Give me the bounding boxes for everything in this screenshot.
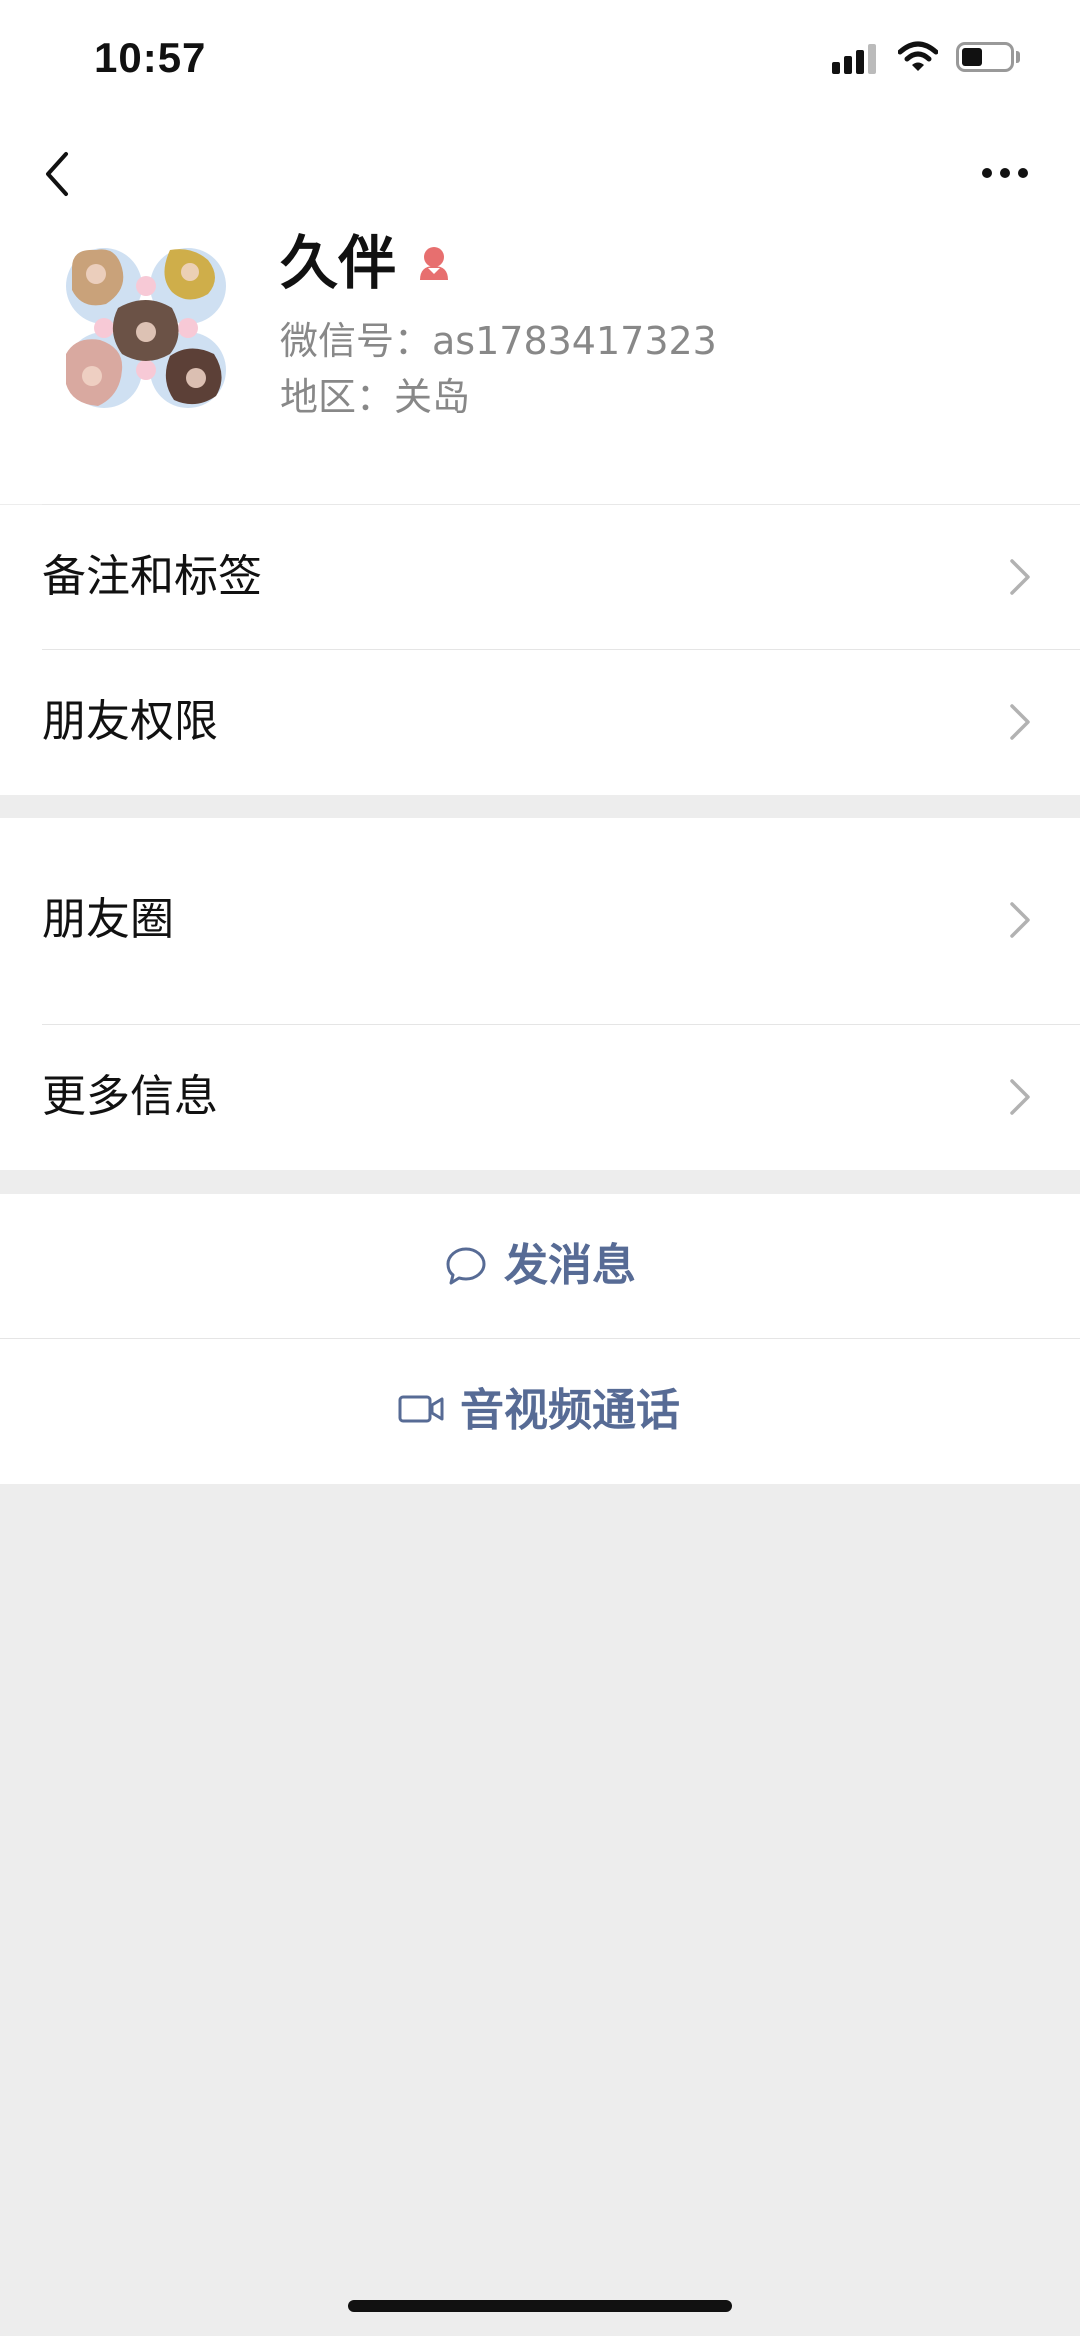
send-message-button[interactable]: 发消息 <box>0 1194 1080 1338</box>
list-item-label: 备注和标签 <box>42 551 262 602</box>
video-camera-icon <box>398 1389 446 1429</box>
list-item-more-info[interactable]: 更多信息 <box>0 1025 1080 1170</box>
settings-group-2: 朋友圈 更多信息 <box>0 818 1080 1170</box>
female-gender-icon <box>414 244 454 284</box>
more-icon[interactable] <box>976 160 1036 184</box>
list-item-label: 更多信息 <box>42 1071 218 1122</box>
region: 地区：关岛 <box>280 375 471 419</box>
battery-icon <box>956 42 1022 74</box>
list-item-moments[interactable]: 朋友圈 <box>0 818 1080 1024</box>
chevron-right-icon <box>1008 900 1032 940</box>
send-message-label: 发消息 <box>504 1240 636 1291</box>
list-item-label: 朋友权限 <box>42 696 218 747</box>
wifi-icon <box>897 40 939 74</box>
avatar[interactable] <box>62 244 230 412</box>
cellular-signal-icon <box>832 40 880 74</box>
list-item-label: 朋友圈 <box>42 894 174 945</box>
home-indicator[interactable] <box>348 2300 732 2312</box>
chevron-right-icon <box>1008 557 1032 597</box>
status-time: 10:57 <box>94 34 207 81</box>
back-icon[interactable] <box>40 144 80 204</box>
action-group: 发消息 音视频通话 <box>0 1194 1080 1484</box>
settings-group-1: 备注和标签 朋友权限 <box>0 505 1080 795</box>
chat-bubble-icon <box>444 1244 488 1288</box>
list-item-remark-tags[interactable]: 备注和标签 <box>0 505 1080 649</box>
video-call-label: 音视频通话 <box>460 1385 680 1436</box>
contact-name: 久伴 <box>280 229 397 297</box>
video-call-button[interactable]: 音视频通话 <box>0 1339 1080 1484</box>
chevron-right-icon <box>1008 1077 1032 1117</box>
list-item-friend-permissions[interactable]: 朋友权限 <box>0 650 1080 795</box>
wechat-id: 微信号：as1783417323 <box>280 319 717 363</box>
chevron-right-icon <box>1008 702 1032 742</box>
